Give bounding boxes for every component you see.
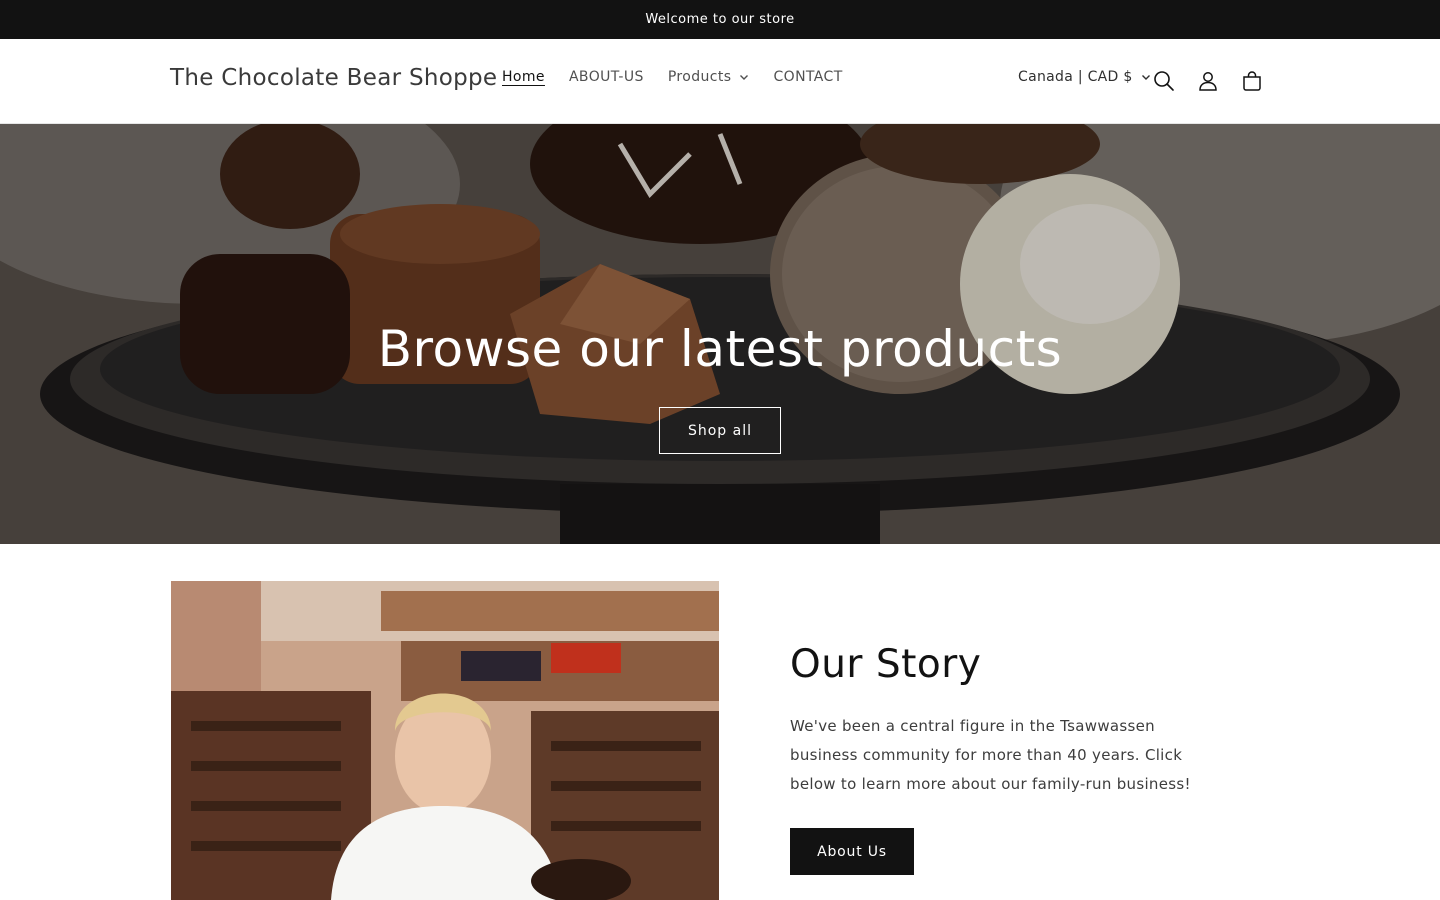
nav-item-about-us[interactable]: ABOUT-US bbox=[557, 69, 656, 85]
chevron-down-icon bbox=[740, 75, 749, 80]
announcement-text: Welcome to our store bbox=[645, 12, 795, 27]
site-header: The Chocolate Bear Shoppe Home ABOUT-US … bbox=[0, 39, 1440, 124]
nav-item-home[interactable]: Home bbox=[490, 69, 557, 85]
hero-title: Browse our latest products bbox=[377, 320, 1063, 378]
story-image bbox=[171, 581, 719, 900]
cart-icon bbox=[1243, 71, 1261, 91]
nav-item-products[interactable]: Products bbox=[656, 69, 762, 85]
search-button[interactable] bbox=[1144, 61, 1184, 101]
announcement-bar: Welcome to our store bbox=[0, 0, 1440, 39]
country-currency-selector[interactable]: Canada | CAD $ bbox=[1010, 69, 1159, 85]
account-icon bbox=[1199, 72, 1217, 91]
shop-owner-photo bbox=[171, 581, 719, 900]
hero-banner: Browse our latest products Shop all bbox=[0, 124, 1440, 544]
story-title: Our Story bbox=[790, 642, 982, 687]
cart-button[interactable] bbox=[1232, 61, 1272, 101]
main-nav: Home ABOUT-US Products CONTACT bbox=[490, 69, 855, 85]
shop-all-button[interactable]: Shop all bbox=[659, 407, 781, 454]
account-button[interactable] bbox=[1188, 61, 1228, 101]
nav-item-products-label: Products bbox=[667, 69, 732, 85]
store-logo[interactable]: The Chocolate Bear Shoppe bbox=[170, 65, 497, 91]
story-text: We've been a central figure in the Tsaww… bbox=[790, 717, 1191, 793]
nav-item-contact[interactable]: CONTACT bbox=[761, 69, 854, 85]
search-icon bbox=[1154, 71, 1174, 91]
currency-label: Canada | CAD $ bbox=[1018, 69, 1133, 85]
about-us-button[interactable]: About Us bbox=[790, 828, 914, 875]
